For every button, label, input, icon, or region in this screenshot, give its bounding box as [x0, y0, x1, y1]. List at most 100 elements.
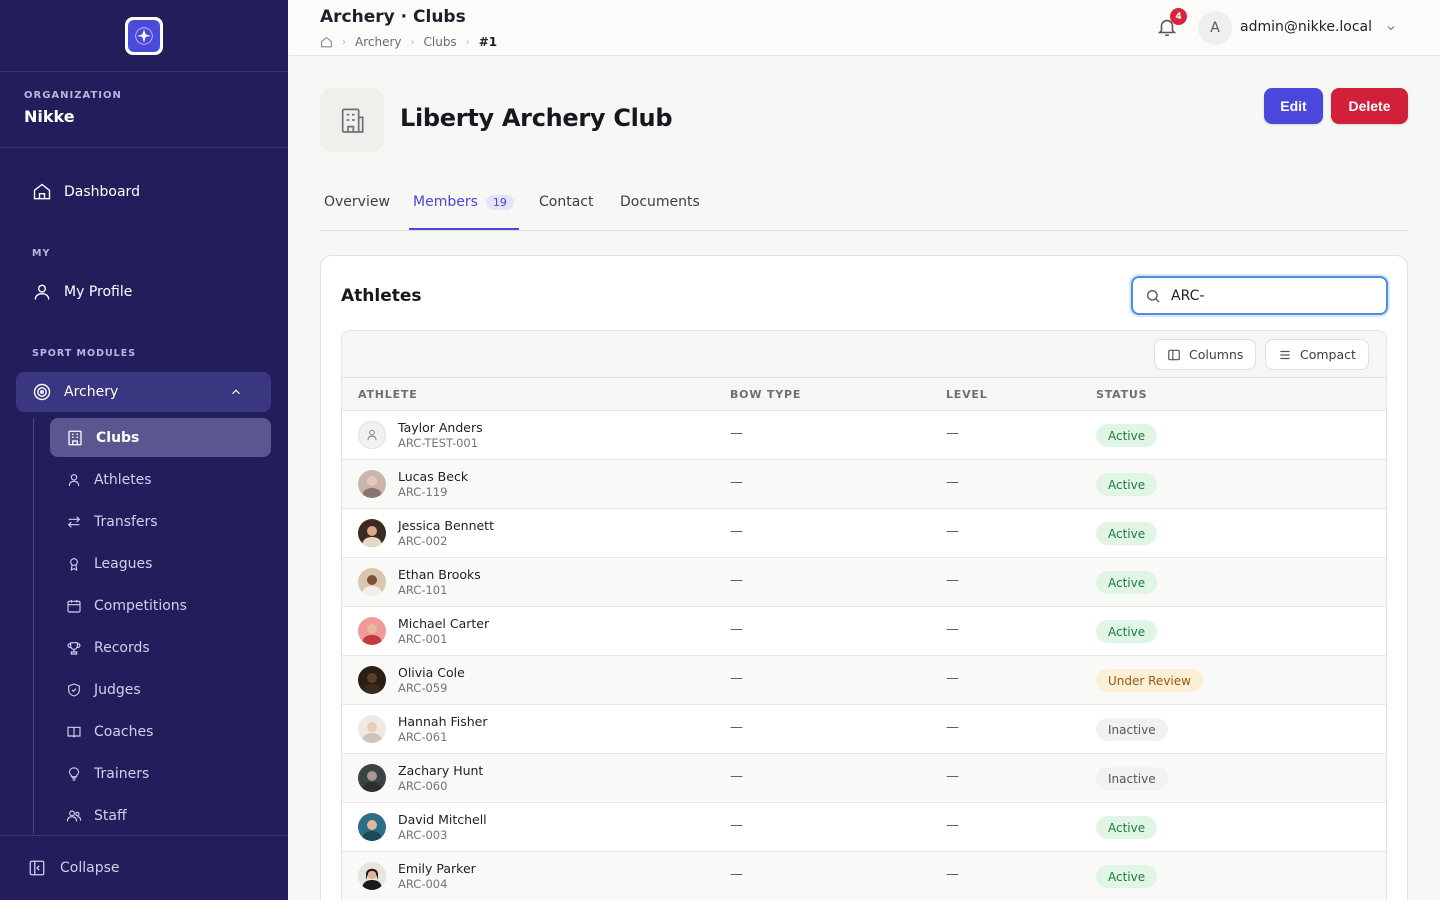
table-row[interactable]: Jessica Bennett ARC-002 — — Active: [342, 509, 1386, 558]
level-cell: —: [946, 867, 959, 882]
athlete-name[interactable]: Olivia Cole: [398, 665, 465, 680]
section-label-my: MY: [32, 248, 51, 259]
bow-type-cell: —: [730, 818, 743, 833]
column-header-status[interactable]: STATUS: [1096, 388, 1147, 401]
status-badge: Active: [1096, 816, 1158, 839]
sidebar-item-trainers[interactable]: Trainers: [50, 754, 271, 793]
home-icon[interactable]: [320, 36, 333, 49]
chevron-right-icon: ›: [465, 36, 470, 48]
collapse-sidebar-button[interactable]: Collapse: [0, 835, 288, 900]
sidebar-item-label: Records: [94, 639, 150, 656]
sidebar-item-transfers[interactable]: Transfers: [50, 502, 271, 541]
avatar: [358, 666, 386, 694]
bow-type-cell: —: [730, 622, 743, 637]
sidebar-item-label: My Profile: [64, 284, 133, 300]
tab-overview[interactable]: Overview: [324, 194, 390, 210]
athlete-id: ARC-060: [398, 779, 448, 793]
avatar: [358, 813, 386, 841]
top-header: Archery · Clubs › Archery › Clubs › #1 4…: [288, 0, 1440, 56]
column-header-bow-type[interactable]: BOW TYPE: [730, 388, 801, 401]
logo-area: [0, 0, 288, 72]
level-cell: —: [946, 818, 959, 833]
table-row[interactable]: Michael Carter ARC-001 — — Active: [342, 607, 1386, 656]
search-input[interactable]: [1171, 287, 1371, 304]
table-row[interactable]: Zachary Hunt ARC-060 — — Inactive: [342, 754, 1386, 803]
column-header-athlete[interactable]: ATHLETE: [358, 388, 418, 401]
sidebar-item-label: Athletes: [94, 471, 152, 488]
athlete-name[interactable]: Michael Carter: [398, 616, 489, 631]
table-row[interactable]: Lucas Beck ARC-119 — — Active: [342, 460, 1386, 509]
building-icon: [341, 108, 364, 133]
columns-button[interactable]: Columns: [1154, 339, 1257, 370]
sidebar-item-label: Clubs: [96, 429, 140, 446]
user-email[interactable]: admin@nikke.local: [1240, 19, 1372, 35]
athlete-name[interactable]: Zachary Hunt: [398, 763, 483, 778]
table-row[interactable]: Olivia Cole ARC-059 — — Under Review: [342, 656, 1386, 705]
athlete-name[interactable]: Hannah Fisher: [398, 714, 487, 729]
table-row[interactable]: Ethan Brooks ARC-101 — — Active: [342, 558, 1386, 607]
club-name: Liberty Archery Club: [400, 104, 673, 132]
sidebar-item-athletes[interactable]: Athletes: [50, 460, 271, 499]
breadcrumb-clubs[interactable]: Clubs: [424, 35, 457, 49]
table-row[interactable]: David Mitchell ARC-003 — — Active: [342, 803, 1386, 852]
athlete-id: ARC-059: [398, 681, 448, 695]
compact-button[interactable]: Compact: [1265, 339, 1369, 370]
athlete-name[interactable]: David Mitchell: [398, 812, 487, 827]
delete-button[interactable]: Delete: [1331, 88, 1408, 124]
section-label-sport-modules: SPORT MODULES: [32, 348, 137, 359]
user-icon: [68, 473, 80, 486]
tab-contact[interactable]: Contact: [539, 194, 593, 210]
app-logo[interactable]: [125, 16, 163, 55]
sidebar-item-coaches[interactable]: Coaches: [50, 712, 271, 751]
tab-documents[interactable]: Documents: [620, 194, 700, 210]
status-badge: Under Review: [1096, 669, 1203, 692]
sidebar-item-label: Archery: [64, 384, 119, 400]
edit-button[interactable]: Edit: [1264, 88, 1323, 124]
columns-icon: [1168, 349, 1180, 360]
search-box[interactable]: [1131, 276, 1388, 315]
table-row[interactable]: Emily Parker ARC-004 — — Active: [342, 852, 1386, 900]
bow-type-cell: —: [730, 524, 743, 539]
chevron-right-icon: ›: [342, 36, 346, 48]
bow-type-cell: —: [730, 475, 743, 490]
chevron-down-icon[interactable]: [1385, 22, 1397, 34]
table-row[interactable]: Taylor Anders ARC-TEST-001 — — Active: [342, 411, 1386, 460]
tab-members[interactable]: Members 19: [413, 194, 514, 210]
sidebar-item-judges[interactable]: Judges: [50, 670, 271, 709]
sidebar-item-records[interactable]: Records: [50, 628, 271, 667]
sidebar-collapse-icon: [29, 860, 45, 876]
sidebar-item-label: Coaches: [94, 723, 154, 740]
sidebar-item-staff[interactable]: Staff: [50, 796, 271, 835]
table-row[interactable]: Hannah Fisher ARC-061 — — Inactive: [342, 705, 1386, 754]
athlete-name[interactable]: Emily Parker: [398, 861, 476, 876]
menu-lines-icon: [1280, 350, 1290, 359]
athlete-id: ARC-TEST-001: [398, 436, 479, 450]
sidebar-item-dashboard[interactable]: Dashboard: [16, 172, 271, 212]
sidebar-item-clubs[interactable]: Clubs: [50, 418, 271, 457]
organization-label: ORGANIZATION: [24, 90, 122, 101]
table-toolbar: Columns Compact: [342, 331, 1386, 378]
athlete-name[interactable]: Lucas Beck: [398, 469, 468, 484]
status-badge: Active: [1096, 620, 1158, 643]
book-icon: [67, 726, 81, 737]
sidebar-item-leagues[interactable]: Leagues: [50, 544, 271, 583]
breadcrumb-archery[interactable]: Archery: [355, 35, 402, 49]
sidebar-item-my-profile[interactable]: My Profile: [16, 272, 271, 312]
athlete-name[interactable]: Ethan Brooks: [398, 567, 481, 582]
athlete-id: ARC-001: [398, 632, 448, 646]
avatar: [358, 764, 386, 792]
target-icon: [33, 383, 51, 401]
athlete-name[interactable]: Jessica Bennett: [398, 518, 494, 533]
building-icon: [68, 430, 82, 445]
status-badge: Active: [1096, 571, 1158, 594]
sidebar-item-archery[interactable]: Archery: [16, 372, 271, 412]
user-avatar[interactable]: A: [1198, 11, 1232, 45]
status-badge: Inactive: [1096, 767, 1168, 790]
sidebar-item-competitions[interactable]: Competitions: [50, 586, 271, 625]
status-badge: Active: [1096, 522, 1158, 545]
collapse-label: Collapse: [60, 860, 120, 876]
column-header-level[interactable]: LEVEL: [946, 388, 988, 401]
level-cell: —: [946, 524, 959, 539]
bow-type-cell: —: [730, 573, 743, 588]
athlete-name[interactable]: Taylor Anders: [398, 420, 483, 435]
